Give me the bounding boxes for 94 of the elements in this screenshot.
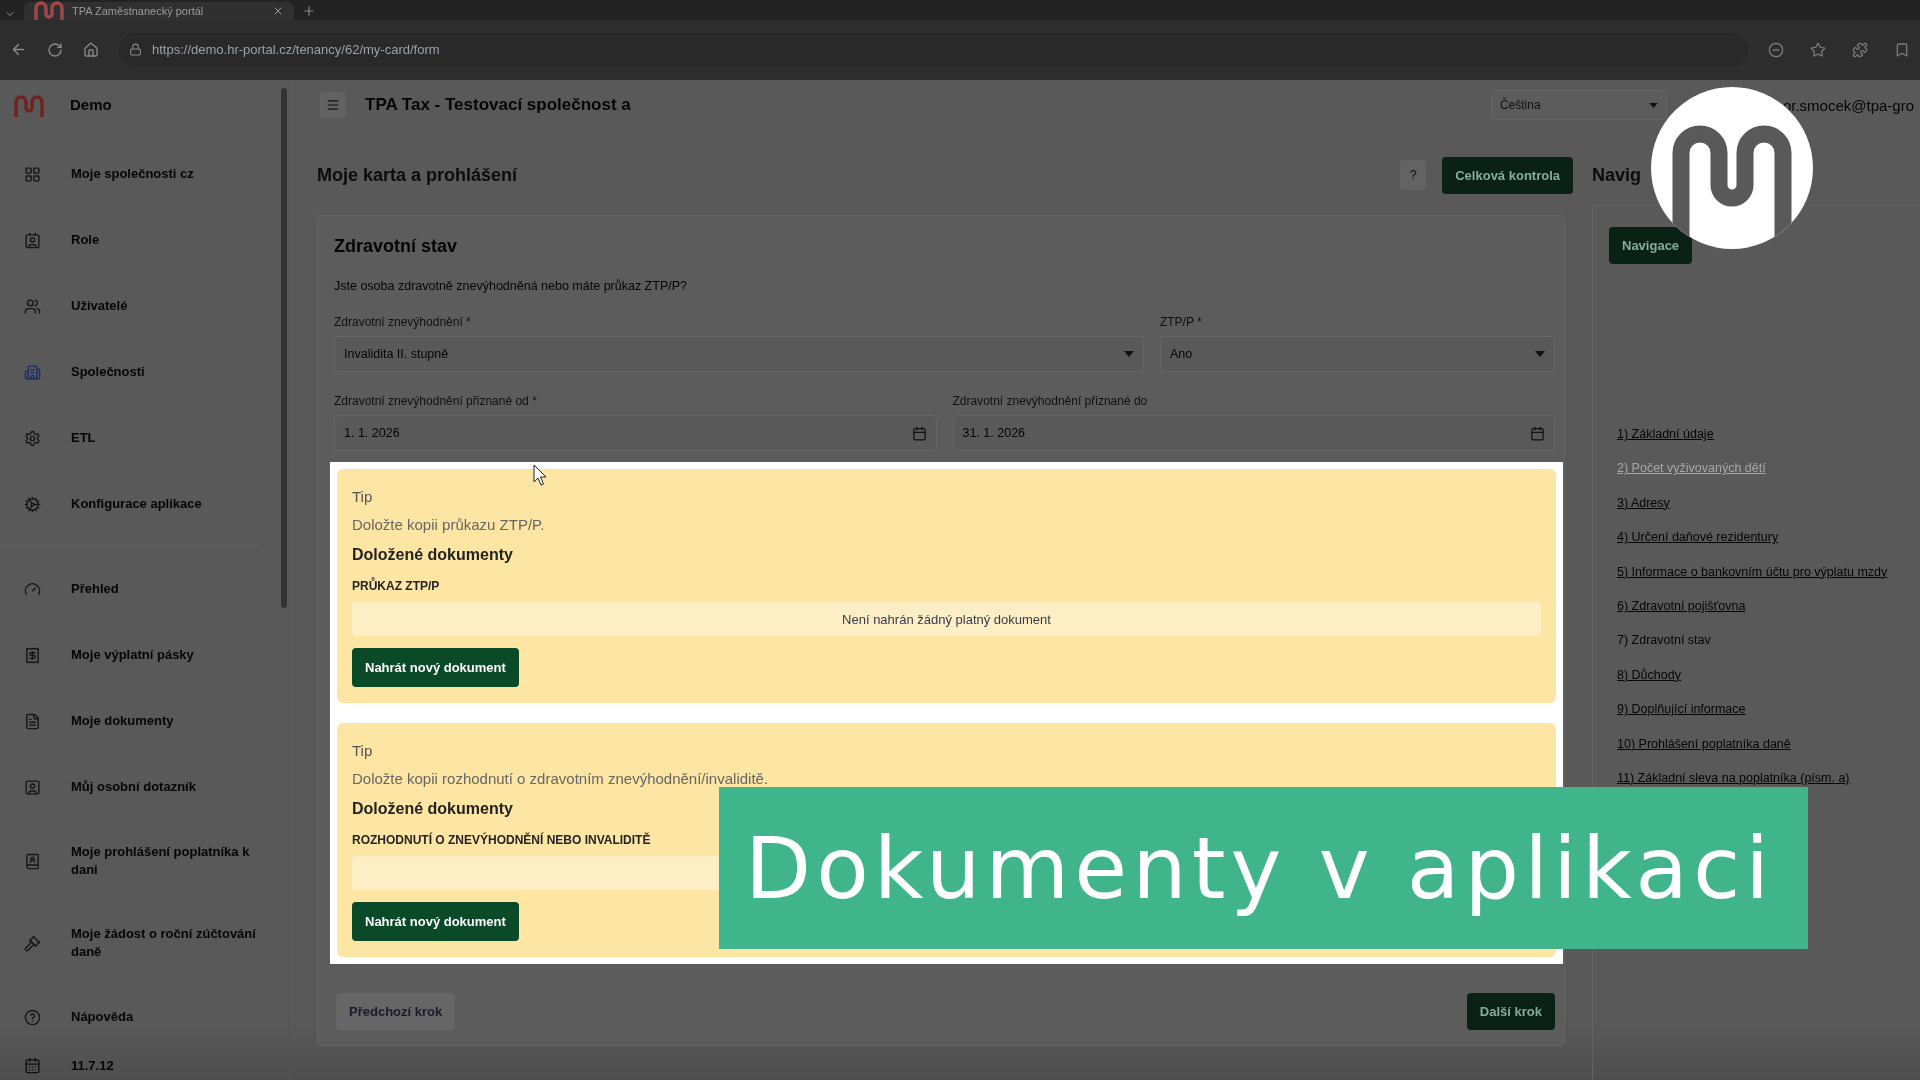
sidebar-item[interactable]: Konfigurace aplikace [0, 471, 261, 538]
check-button[interactable]: Celková kontrola [1442, 156, 1573, 194]
sidebar-item[interactable]: Moje společnosti cz [0, 141, 261, 208]
field-label: Zdravotní znevýhodnění přiznané od * [334, 393, 538, 409]
select-field[interactable]: Ano [1159, 336, 1555, 372]
documents-heading: Doložené dokumenty [352, 799, 514, 819]
address-field[interactable]: https://demo.hr-portal.cz/tenancy/62/my-card/form [119, 32, 1748, 67]
home-icon[interactable] [83, 41, 99, 58]
document-icon [24, 712, 41, 730]
close-icon[interactable] [272, 5, 284, 17]
navigation-link[interactable]: 8) Důchody [1617, 667, 1681, 683]
document-type: ROZHODNUTÍ O ZNEVÝHODNĚNÍ NEBO INVALIDITĚ [352, 832, 652, 848]
sidebar-item[interactable]: Uživatelé [0, 273, 261, 340]
panel-heading: Navig [1592, 163, 1642, 187]
upload-button[interactable]: Nahrát nový dokument [352, 648, 519, 687]
menu-icon [326, 98, 340, 112]
version-text: 11.7.12 [71, 1057, 114, 1073]
field-label: Zdravotní znevýhodnění přiznané do [952, 393, 1149, 409]
gauge-icon [24, 580, 41, 598]
date-field[interactable]: 1. 1. 2026 [334, 415, 937, 451]
calendar-icon [24, 1056, 41, 1074]
company-title: TPA Tax - Testovací společnost a [365, 95, 632, 115]
contact-card-icon [24, 231, 41, 249]
puzzle-icon[interactable] [1852, 41, 1868, 58]
tip-text: Doložte kopii průkazu ZTP/P. [352, 515, 546, 535]
upload-button[interactable]: Nahrát nový dokument [352, 902, 519, 941]
date-field[interactable]: 31. 1. 2026 [952, 415, 1555, 451]
bookmark-icon[interactable] [1894, 41, 1910, 58]
navigation-link[interactable]: 1) Základní údaje [1617, 427, 1714, 442]
gear-icon [24, 429, 41, 447]
favicon-icon [34, 0, 64, 23]
navigation-link[interactable]: 6) Zdravotní pojišťovna [1617, 598, 1746, 614]
user-square-icon [24, 778, 41, 796]
tab-title: TPA Zaměstnanecký portál [72, 5, 205, 17]
sidebar-item[interactable]: Moje dokumenty [0, 688, 279, 755]
empty-message: Není nahrán žádný platný dokument [842, 611, 1051, 627]
calendar-icon [1530, 425, 1545, 441]
sidebar-item[interactable]: Role [0, 207, 261, 274]
user-email[interactable]: or.smocek@tpa-gro [1782, 96, 1914, 114]
tip-title: Tip [352, 487, 374, 507]
navigation-link[interactable]: 5) Informace o bankovním účtu pro výplatu mzdy [1617, 564, 1888, 580]
grid-icon [24, 165, 41, 183]
sidebar-item[interactable]: ETL [0, 405, 261, 472]
sidebar-item[interactable]: Moje prohlášení poplatníka k dani [0, 820, 279, 903]
caret-down-icon [1123, 351, 1134, 357]
navigation-link[interactable]: 7) Zdravotní stav [1617, 633, 1711, 649]
navigation-link[interactable]: 4) Určení daňové rezidentury [1617, 530, 1779, 546]
sidebar-item[interactable]: Moje výplatní pásky [0, 622, 279, 689]
user-book-icon [24, 852, 41, 870]
sidebar-item[interactable]: Nápověda [0, 984, 279, 1051]
help-icon [24, 1008, 41, 1026]
scrollbar[interactable] [281, 88, 287, 608]
menu-button[interactable] [320, 92, 346, 118]
sidebar-item[interactable]: Můj osobní dotazník [0, 754, 279, 821]
tip-text: Doložte kopii rozhodnutí o zdravotním znevýhodnění/invaliditě. [352, 769, 770, 789]
users-icon [24, 297, 41, 315]
gavel-icon [24, 934, 41, 952]
building-icon [24, 363, 41, 381]
field-label: Zdravotní znevýhodnění * [334, 314, 472, 330]
lock-icon[interactable] [129, 43, 142, 56]
cog-icon [24, 495, 41, 513]
question-text: Jste osoba zdravotně znevýhodněná nebo máte průkaz ZTP/P? [334, 278, 688, 295]
help-button[interactable]: ? [1400, 160, 1427, 190]
caret-down-icon [1648, 102, 1658, 108]
sidebar-item[interactable]: Společnosti [0, 339, 261, 406]
brand-name: Demo [70, 96, 112, 114]
browser-tab[interactable]: TPA Zaměstnanecký portál [24, 2, 294, 20]
documents-heading: Doložené dokumenty [352, 545, 514, 565]
navigation-link[interactable]: 10) Prohlášení poplatníka daně [1617, 736, 1791, 752]
field-label: ZTP/P * [1159, 314, 1203, 330]
navigation-tab[interactable]: Navigace [1609, 227, 1693, 264]
back-icon[interactable] [10, 41, 27, 58]
url-text: https://demo.hr-portal.cz/tenancy/62/my-card/form [152, 42, 440, 57]
section-title: Zdravotní stav [334, 235, 459, 258]
caret-down-icon [1535, 351, 1545, 357]
reload-icon[interactable] [47, 41, 63, 58]
circle-minus-icon[interactable] [1768, 41, 1784, 58]
select-field[interactable]: Invalidita II. stupně [334, 336, 1144, 372]
language-select[interactable]: Čeština [1490, 90, 1667, 120]
tip-title: Tip [352, 741, 374, 761]
calendar-icon [911, 425, 927, 441]
navigation-link[interactable]: 3) Adresy [1617, 495, 1670, 511]
navigation-link[interactable]: 11) Základní sleva na poplatníka (písm. a) [1617, 770, 1850, 786]
new-tab-icon[interactable] [302, 4, 316, 18]
navigation-link[interactable]: 9) Doplňující informace [1617, 702, 1746, 718]
caption-text: Dokumenty v aplikaci [745, 818, 1775, 918]
document-type: PRŮKAZ ZTP/P [352, 578, 441, 594]
star-icon[interactable] [1810, 41, 1826, 58]
page-title: Moje karta a prohlášení [317, 164, 519, 186]
logo-icon [14, 92, 44, 117]
sidebar-item[interactable]: Moje žádost o roční zúčtování daně [0, 902, 279, 985]
receipt-icon [24, 646, 41, 664]
next-button[interactable]: Další krok [1466, 993, 1555, 1030]
sidebar-item[interactable]: Přehled [0, 556, 279, 623]
